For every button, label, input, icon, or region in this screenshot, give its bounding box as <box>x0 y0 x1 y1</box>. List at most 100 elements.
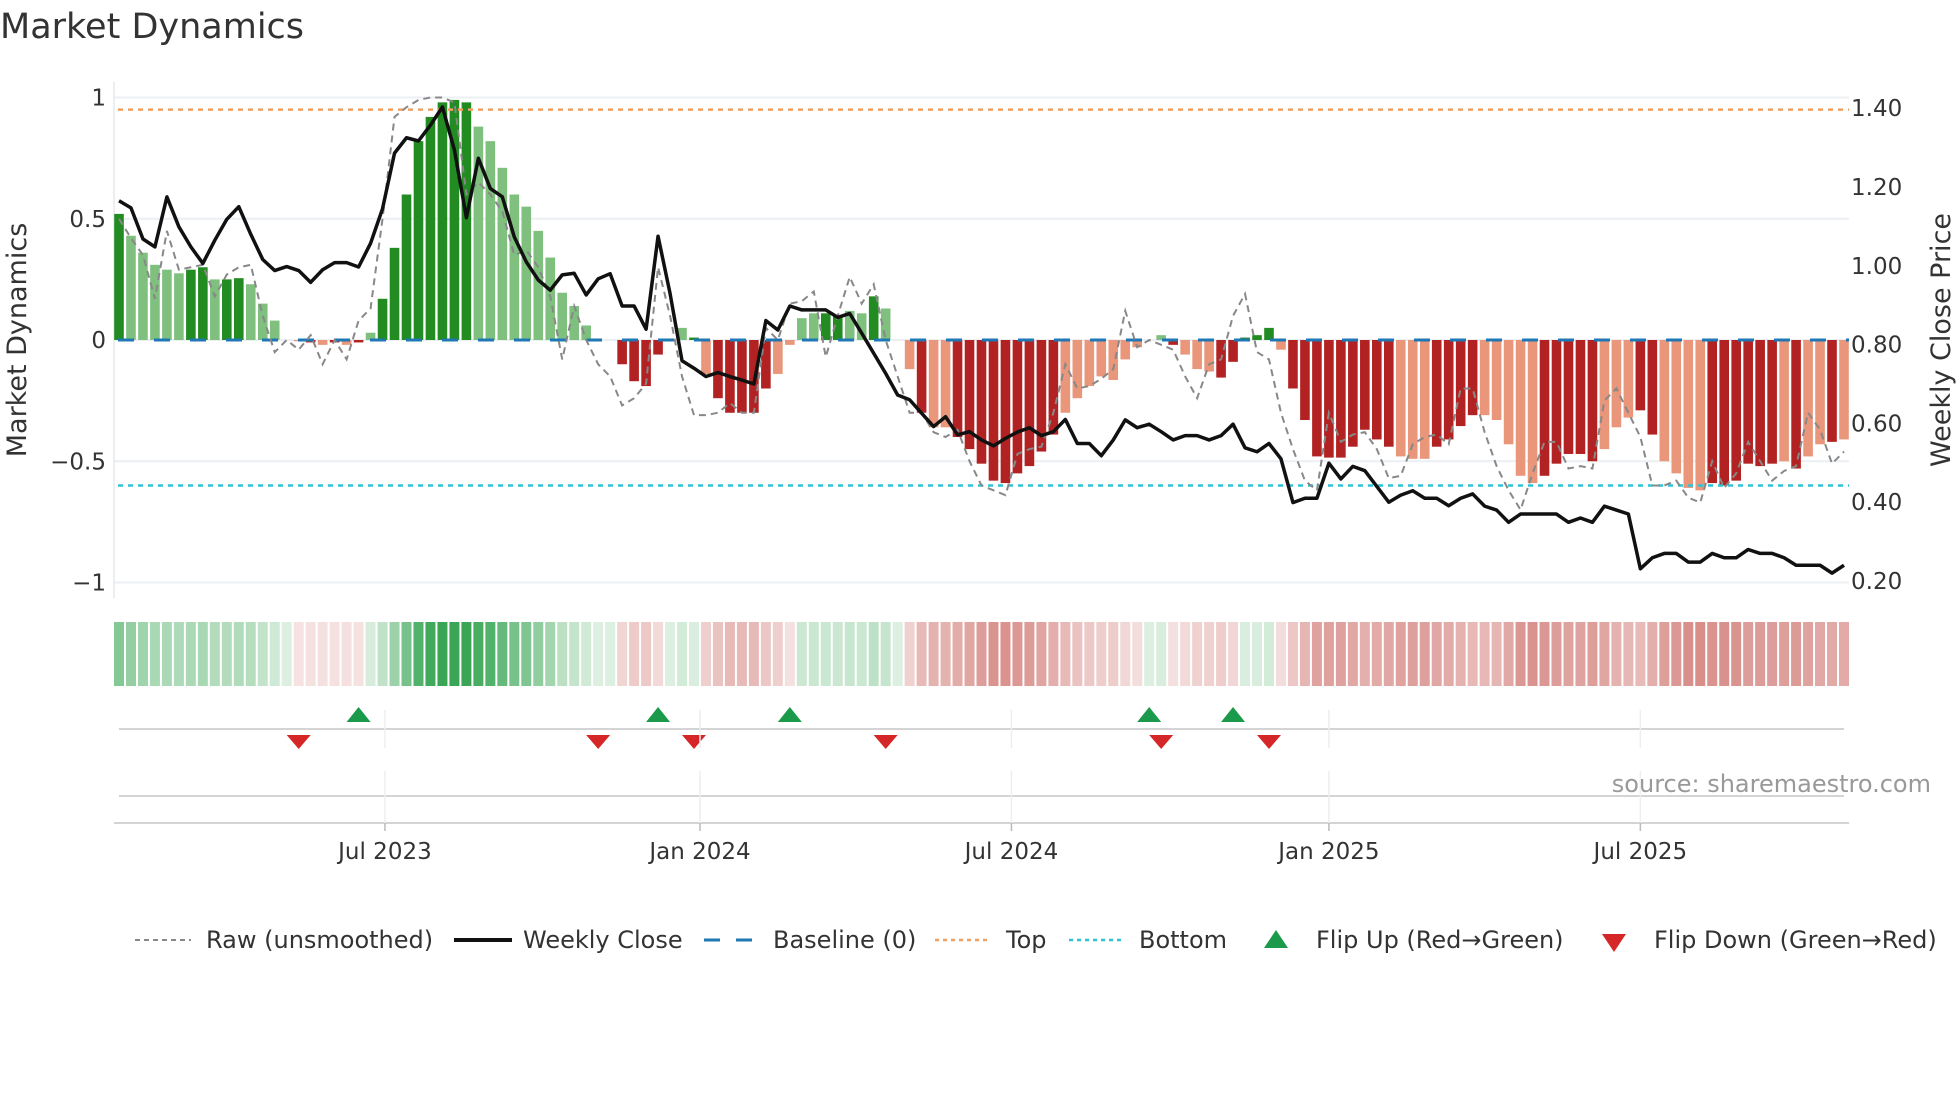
flip-up-icon <box>1137 707 1162 722</box>
regime-cell <box>916 622 927 686</box>
dynamics-bar <box>233 278 244 340</box>
regime-cell <box>1671 622 1682 686</box>
regime-cell <box>689 622 699 686</box>
flip-down-icon <box>1257 735 1281 749</box>
dynamics-bar <box>509 194 520 340</box>
regime-cell <box>784 622 795 686</box>
dynamics-bar <box>1743 340 1753 464</box>
dynamics-bar <box>1575 340 1586 454</box>
dynamics-bar <box>1407 340 1418 459</box>
regime-cell <box>401 622 412 686</box>
regime-cell <box>593 622 604 686</box>
dynamics-bar <box>1419 340 1430 459</box>
regime-cell <box>1132 622 1143 686</box>
regime-cell <box>677 622 688 686</box>
regime-cell <box>197 622 208 686</box>
regime-cell <box>1000 622 1011 686</box>
regime-cell <box>892 622 903 686</box>
regime-cell <box>1275 622 1286 686</box>
dynamics-bar <box>940 340 951 428</box>
dynamics-bar <box>988 340 999 481</box>
dynamics-bar <box>629 340 639 382</box>
y-tick-label: −0.5 <box>50 449 106 475</box>
regime-cell <box>245 622 256 686</box>
regime-cell <box>1515 622 1526 686</box>
dynamics-bar <box>198 267 208 340</box>
dynamics-bar <box>976 340 987 464</box>
regime-cell <box>760 622 771 686</box>
regime-cell <box>221 622 232 686</box>
legend-raw-label: Raw (unsmoothed) <box>206 926 433 954</box>
y2-tick-label: 1.20 <box>1851 175 1902 201</box>
regime-cell <box>1216 622 1227 686</box>
regime-cell <box>772 622 783 686</box>
regime-cell <box>796 622 807 686</box>
dynamics-bar <box>1264 327 1274 340</box>
y2-tick-label: 0.80 <box>1851 333 1902 359</box>
dynamics-bar <box>533 230 544 340</box>
regime-cell <box>1108 622 1119 686</box>
regime-cell <box>413 622 424 686</box>
regime-cell <box>904 622 915 686</box>
regime-cell <box>1264 622 1274 686</box>
regime-cell <box>1491 622 1502 686</box>
regime-cell <box>820 622 831 686</box>
regime-cell <box>305 622 316 686</box>
dynamics-bar <box>1455 340 1466 427</box>
dynamics-bar <box>737 340 747 413</box>
dynamics-bar <box>1563 340 1574 454</box>
dynamics-bar <box>557 292 568 340</box>
dynamics-bar <box>1611 340 1622 428</box>
dynamics-bar <box>389 247 400 340</box>
regime-cell <box>1503 622 1514 686</box>
dynamics-bar <box>1671 340 1682 474</box>
regime-cell <box>1455 622 1466 686</box>
regime-cell <box>1815 622 1826 686</box>
flip-up-icon <box>777 707 802 722</box>
flip-markers <box>114 707 1849 824</box>
flip-up-icon <box>1221 707 1246 722</box>
y2-tick-label: 0.60 <box>1851 411 1902 437</box>
dynamics-bar <box>377 298 388 340</box>
regime-cell <box>461 622 472 686</box>
regime-cell <box>653 622 664 686</box>
dynamics-bar <box>1527 340 1538 484</box>
regime-cell <box>449 622 460 686</box>
regime-cell <box>1036 622 1047 686</box>
regime-cell <box>1575 622 1586 686</box>
regime-cell <box>1479 622 1490 686</box>
bars <box>114 99 1849 491</box>
dynamics-bar <box>1491 340 1502 421</box>
regime-cell <box>1299 622 1310 686</box>
dynamics-bar <box>1395 340 1406 457</box>
regime-cell <box>1839 622 1849 686</box>
dynamics-bar <box>1779 340 1789 462</box>
y-tick-label: 0 <box>91 328 106 354</box>
regime-cell <box>1623 622 1634 686</box>
regime-cell <box>1635 622 1646 686</box>
regime-cell <box>521 622 532 686</box>
dynamics-bar <box>1623 340 1634 418</box>
regime-cell <box>1252 622 1263 686</box>
dynamics-bar <box>1192 340 1202 370</box>
regime-cell <box>1144 622 1155 686</box>
dynamics-bar <box>162 269 172 340</box>
regime-cell <box>1192 622 1203 686</box>
regime-cell <box>365 622 376 686</box>
y-axis-label: Market Dynamics <box>2 223 33 458</box>
regime-cell <box>329 622 340 686</box>
regime-cell <box>617 622 628 686</box>
dynamics-bar <box>174 273 184 340</box>
regime-cell <box>1419 622 1430 686</box>
dynamics-bar <box>1503 340 1514 445</box>
regime-cell <box>137 622 148 686</box>
flip-down-icon <box>873 735 898 749</box>
dynamics-bar <box>1072 340 1083 399</box>
dynamics-bar <box>1084 340 1095 387</box>
dynamics-bar <box>904 340 915 370</box>
regime-cell <box>1647 622 1658 686</box>
regime-cell <box>1072 622 1083 686</box>
dynamics-bar <box>868 296 879 340</box>
regime-cell <box>437 622 448 686</box>
regime-cell <box>149 622 160 686</box>
